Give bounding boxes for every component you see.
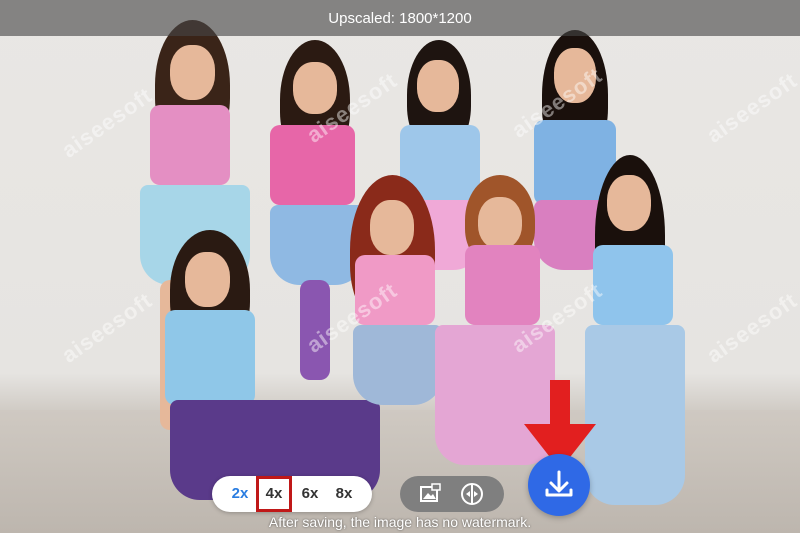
scale-selector: 2x 4x 6x 8x [212, 476, 372, 512]
watermark-4: aiseesoft [701, 67, 800, 148]
upscaled-size-label: Upscaled: 1800*1200 [328, 9, 472, 27]
scale-8x-button[interactable]: 8x [326, 476, 362, 512]
scale-6x-button[interactable]: 6x [292, 476, 328, 512]
preview-image: aiseesoft aiseesoft aiseesoft aiseesoft … [0, 0, 800, 533]
scale-4x-button[interactable]: 4x [256, 476, 292, 512]
watermark-8: aiseesoft [701, 287, 800, 368]
image-compare-icon[interactable] [418, 482, 442, 506]
split-view-icon[interactable] [460, 482, 484, 506]
view-tools [400, 476, 504, 512]
scale-2x-button[interactable]: 2x [222, 476, 258, 512]
watermark-note: After saving, the image has no watermark… [268, 514, 532, 530]
result-header: Upscaled: 1800*1200 [0, 0, 800, 36]
download-icon [545, 470, 573, 497]
download-button[interactable] [528, 454, 590, 516]
